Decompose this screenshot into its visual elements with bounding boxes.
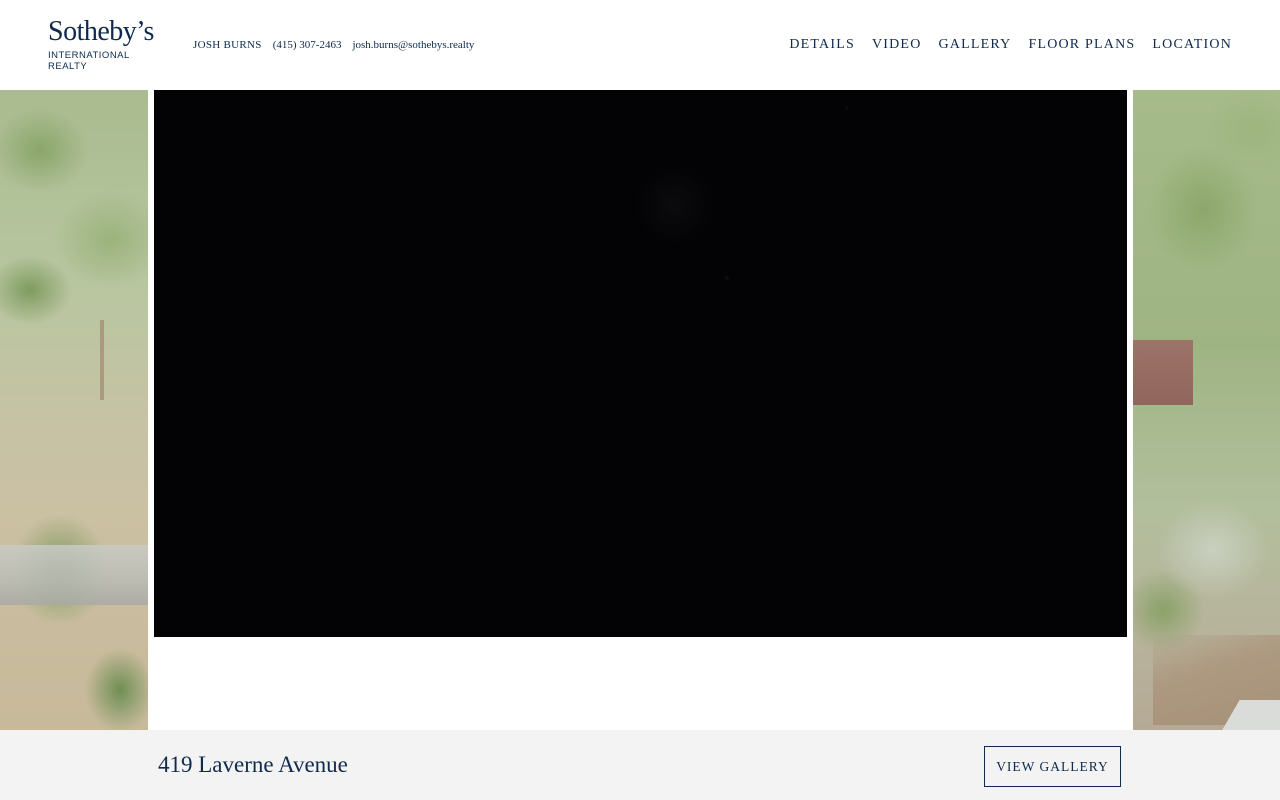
property-address: 419 Laverne Avenue [158, 752, 348, 777]
logo-subtitle: INTERNATIONAL REALTY [48, 50, 130, 72]
nav-location[interactable]: LOCATION [1152, 37, 1232, 53]
view-gallery-button[interactable]: VIEW GALLERY [984, 746, 1121, 787]
sothebys-logo[interactable]: Sotheby’s INTERNATIONAL REALTY [48, 16, 165, 73]
background-photo-left [0, 90, 148, 730]
video-frame [154, 90, 1127, 637]
property-video-player[interactable] [154, 90, 1127, 637]
nav-video[interactable]: VIDEO [872, 37, 922, 53]
agent-contact: JOSH BURNS (415) 307-2463 josh.burns@sot… [193, 39, 485, 51]
background-photo-right [1133, 90, 1280, 730]
nav-floor-plans[interactable]: FLOOR PLANS [1028, 37, 1135, 53]
agent-email-link[interactable]: josh.burns@sothebys.realty [352, 39, 474, 51]
agent-phone-link[interactable]: (415) 307-2463 [273, 39, 342, 51]
nav-details[interactable]: DETAILS [789, 37, 855, 53]
nav-gallery[interactable]: GALLERY [939, 37, 1012, 53]
site-header: Sotheby’s INTERNATIONAL REALTY JOSH BURN… [0, 0, 1280, 90]
main-nav: DETAILS VIDEO GALLERY FLOOR PLANS LOCATI… [772, 37, 1232, 53]
logo-wordmark: Sotheby’s [48, 16, 154, 47]
agent-name: JOSH BURNS [193, 39, 262, 51]
